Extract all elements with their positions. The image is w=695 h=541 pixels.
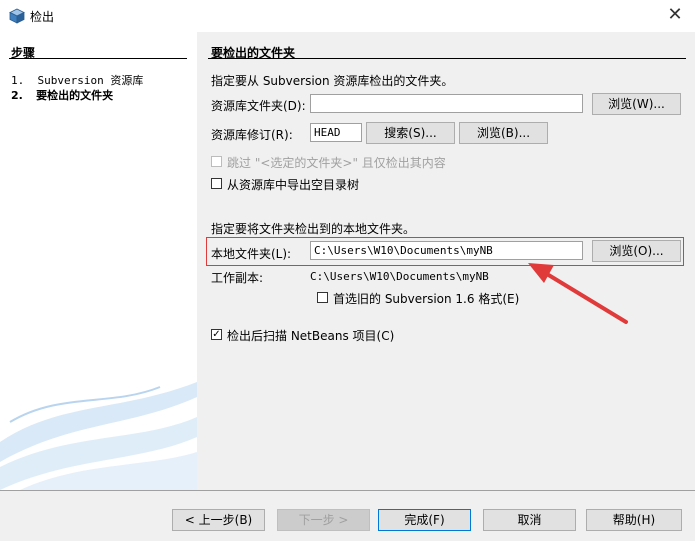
repo-instruction: 指定要从 Subversion 资源库检出的文件夹。 xyxy=(211,74,454,88)
working-copy-value: C:\Users\W10\Documents\myNB xyxy=(310,270,489,283)
annotation-arrow-icon xyxy=(528,263,628,324)
decorative-swoosh-graphic xyxy=(0,382,197,490)
export-empty-tree-checkbox[interactable] xyxy=(211,178,222,189)
steps-divider xyxy=(9,58,187,59)
browse-revision-button[interactable]: 浏览(B)... xyxy=(459,122,548,144)
cancel-button[interactable]: 取消 xyxy=(483,509,576,531)
scan-projects-label: 检出后扫描 NetBeans 项目(C) xyxy=(227,329,395,343)
repo-folder-label: 资源库文件夹(D): xyxy=(211,99,306,113)
title-bar: 检出 ✕ xyxy=(0,0,695,32)
scan-projects-checkbox[interactable]: ✓ xyxy=(211,329,222,340)
steps-panel: 步骤 1. Subversion 资源库 2. 要检出的文件夹 xyxy=(0,32,197,490)
next-button[interactable]: 下一步 > xyxy=(277,509,370,531)
working-copy-label: 工作副本: xyxy=(211,271,264,285)
revision-input[interactable]: HEAD xyxy=(310,123,362,142)
local-folder-label: 本地文件夹(L): xyxy=(211,247,292,261)
skip-selected-checkbox[interactable] xyxy=(211,156,222,167)
section-divider xyxy=(208,58,686,59)
prefer-old-format-checkbox[interactable] xyxy=(317,292,328,303)
skip-selected-label: 跳过 "<选定的文件夹>" 且仅检出其内容 xyxy=(227,156,446,170)
close-icon[interactable]: ✕ xyxy=(660,2,690,28)
step-item-1: 1. Subversion 资源库 xyxy=(11,72,143,88)
revision-label: 资源库修订(R): xyxy=(211,128,293,142)
step-number: 1. xyxy=(11,74,25,87)
export-empty-tree-label: 从资源库中导出空目录树 xyxy=(227,178,360,192)
search-revision-button[interactable]: 搜索(S)... xyxy=(366,122,455,144)
help-button[interactable]: 帮助(H) xyxy=(586,509,682,531)
footer-divider xyxy=(0,490,695,491)
step-item-2: 2. 要检出的文件夹 xyxy=(11,87,113,103)
step-number: 2. xyxy=(11,89,23,102)
window-title: 检出 xyxy=(30,10,55,24)
browse-repo-folder-button[interactable]: 浏览(W)... xyxy=(592,93,681,115)
prefer-old-format-label: 首选旧的 Subversion 1.6 格式(E) xyxy=(333,292,520,306)
repo-folder-input[interactable] xyxy=(310,94,583,113)
step-label: 要检出的文件夹 xyxy=(36,89,114,102)
step-label: Subversion 资源库 xyxy=(37,74,144,87)
local-instruction: 指定要将文件夹检出到的本地文件夹。 xyxy=(211,222,416,236)
netbeans-cube-icon xyxy=(9,8,25,24)
back-button[interactable]: < 上一步(B) xyxy=(172,509,265,531)
finish-button[interactable]: 完成(F) xyxy=(378,509,471,531)
